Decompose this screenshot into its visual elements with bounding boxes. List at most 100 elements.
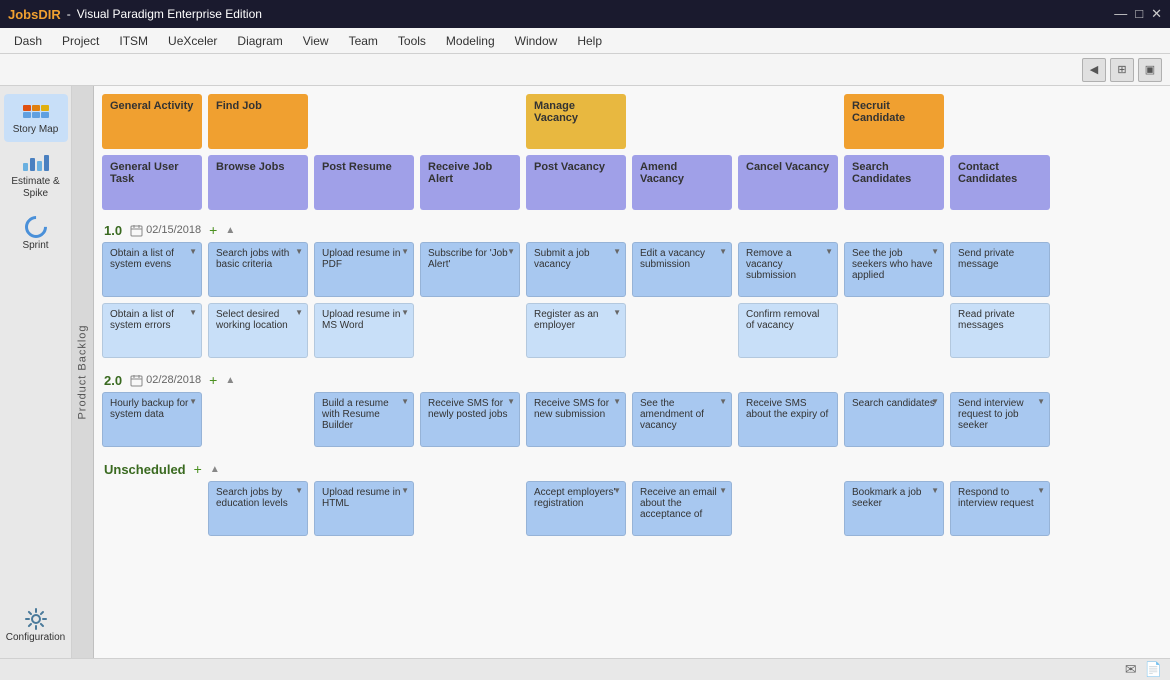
sidebar-item-estimate[interactable]: Estimate & Spike: [4, 146, 68, 206]
dropdown-arrow[interactable]: ▼: [719, 486, 727, 495]
task-send-interview[interactable]: ▼ Send interview request to job seeker: [950, 392, 1050, 447]
toolbar-btn-3[interactable]: ▣: [1138, 58, 1162, 82]
task-register-employer[interactable]: ▼ Register as an employer: [526, 303, 626, 358]
menu-view[interactable]: View: [293, 32, 339, 50]
dropdown-arrow[interactable]: ▼: [613, 247, 621, 256]
unscheduled-add[interactable]: +: [194, 461, 202, 477]
story-receive-job-alert[interactable]: Receive Job Alert: [420, 155, 520, 210]
task-build-resume[interactable]: ▼ Build a resume with Resume Builder: [314, 392, 414, 447]
story-search-candidates[interactable]: Search Candidates: [844, 155, 944, 210]
menu-itsm[interactable]: ITSM: [109, 32, 158, 50]
dropdown-arrow[interactable]: ▼: [401, 486, 409, 495]
epic-manage-vacancy[interactable]: Manage Vacancy: [526, 94, 626, 149]
story-cancel-vacancy[interactable]: Cancel Vacancy: [738, 155, 838, 210]
sprint-2-rows: ▼ Hourly backup for system data ▼ Build …: [102, 392, 1162, 447]
sprint-2-add[interactable]: +: [209, 372, 217, 388]
sprint-1-toggle[interactable]: ▲: [225, 225, 235, 236]
story-post-vacancy[interactable]: Post Vacancy: [526, 155, 626, 210]
doc-icon[interactable]: 📄: [1145, 661, 1162, 678]
epic-recruit-candidate[interactable]: Recruit Candidate: [844, 94, 944, 149]
board[interactable]: General Activity Find Job Manage Vacancy…: [94, 86, 1170, 658]
task-search-basic-criteria[interactable]: ▼ Search jobs with basic criteria: [208, 242, 308, 297]
window-controls[interactable]: — □ ✕: [1114, 6, 1162, 22]
dropdown-arrow[interactable]: ▼: [295, 486, 303, 495]
dropdown-arrow[interactable]: ▼: [295, 308, 303, 317]
menu-diagram[interactable]: Diagram: [227, 32, 292, 50]
dropdown-arrow[interactable]: ▼: [719, 247, 727, 256]
menu-dash[interactable]: Dash: [4, 32, 52, 50]
task-select-working-location[interactable]: ▼ Select desired working location: [208, 303, 308, 358]
story-contact-candidates[interactable]: Contact Candidates: [950, 155, 1050, 210]
dropdown-arrow[interactable]: ▼: [189, 247, 197, 256]
task-upload-html[interactable]: ▼ Upload resume in HTML: [314, 481, 414, 536]
dropdown-arrow[interactable]: ▼: [613, 486, 621, 495]
minimize-button[interactable]: —: [1114, 6, 1127, 22]
sidebar-item-config[interactable]: Configuration: [4, 602, 68, 650]
dropdown-arrow[interactable]: ▼: [507, 247, 515, 256]
dropdown-arrow[interactable]: ▼: [189, 397, 197, 406]
story-post-resume[interactable]: Post Resume: [314, 155, 414, 210]
dropdown-arrow[interactable]: ▼: [931, 486, 939, 495]
task-bookmark-seeker[interactable]: ▼ Bookmark a job seeker: [844, 481, 944, 536]
dropdown-arrow[interactable]: ▼: [613, 308, 621, 317]
task-subscribe-job-alert[interactable]: ▼ Subscribe for 'Job Alert': [420, 242, 520, 297]
task-receive-sms-posted[interactable]: ▼ Receive SMS for newly posted jobs: [420, 392, 520, 447]
toolbar-btn-1[interactable]: ◀: [1082, 58, 1106, 82]
menu-help[interactable]: Help: [567, 32, 612, 50]
sidebar-item-storymap[interactable]: Story Map: [4, 94, 68, 142]
task-see-job-seekers[interactable]: ▼ See the job seekers who have applied: [844, 242, 944, 297]
task-confirm-removal[interactable]: Confirm removal of vacancy: [738, 303, 838, 358]
task-accept-employers[interactable]: ▼ Accept employers' registration: [526, 481, 626, 536]
dropdown-arrow[interactable]: ▼: [401, 308, 409, 317]
unscheduled-label: Unscheduled: [104, 462, 186, 477]
task-send-private[interactable]: Send private message: [950, 242, 1050, 297]
epic-find-job[interactable]: Find Job: [208, 94, 308, 149]
dropdown-arrow[interactable]: ▼: [1037, 397, 1045, 406]
dropdown-arrow[interactable]: ▼: [507, 397, 515, 406]
sprint-2-toggle[interactable]: ▲: [225, 375, 235, 386]
menu-team[interactable]: Team: [339, 32, 388, 50]
task-obtain-system-evens[interactable]: ▼ Obtain a list of system evens: [102, 242, 202, 297]
dropdown-arrow[interactable]: ▼: [719, 397, 727, 406]
task-edit-vacancy[interactable]: ▼ Edit a vacancy submission: [632, 242, 732, 297]
dropdown-arrow[interactable]: ▼: [1037, 486, 1045, 495]
dropdown-arrow[interactable]: ▼: [189, 308, 197, 317]
story-browse-jobs[interactable]: Browse Jobs: [208, 155, 308, 210]
mail-icon[interactable]: ✉: [1125, 661, 1137, 678]
menu-window[interactable]: Window: [505, 32, 568, 50]
task-upload-pdf[interactable]: ▼ Upload resume in PDF: [314, 242, 414, 297]
menu-tools[interactable]: Tools: [388, 32, 436, 50]
task-receive-sms-new[interactable]: ▼ Receive SMS for new submission: [526, 392, 626, 447]
dropdown-arrow[interactable]: ▼: [295, 247, 303, 256]
task-receive-email[interactable]: ▼ Receive an email about the acceptance …: [632, 481, 732, 536]
story-general-user-task[interactable]: General User Task: [102, 155, 202, 210]
sprint-1-add[interactable]: +: [209, 222, 217, 238]
story-amend-vacancy[interactable]: Amend Vacancy: [632, 155, 732, 210]
maximize-button[interactable]: □: [1135, 6, 1143, 22]
epic-general-activity[interactable]: General Activity: [102, 94, 202, 149]
sidebar-item-sprint[interactable]: Sprint: [4, 210, 68, 258]
dropdown-arrow[interactable]: ▼: [825, 247, 833, 256]
task-submit-job-vacancy[interactable]: ▼ Submit a job vacancy: [526, 242, 626, 297]
dropdown-arrow[interactable]: ▼: [613, 397, 621, 406]
dropdown-arrow[interactable]: ▼: [401, 397, 409, 406]
task-hourly-backup[interactable]: ▼ Hourly backup for system data: [102, 392, 202, 447]
menu-uexceler[interactable]: UeXceler: [158, 32, 227, 50]
menu-project[interactable]: Project: [52, 32, 109, 50]
task-read-private[interactable]: Read private messages: [950, 303, 1050, 358]
task-receive-sms-expiry[interactable]: Receive SMS about the expiry of: [738, 392, 838, 447]
task-respond-interview[interactable]: ▼ Respond to interview request: [950, 481, 1050, 536]
task-see-amendment[interactable]: ▼ See the amendment of vacancy: [632, 392, 732, 447]
dropdown-arrow[interactable]: ▼: [401, 247, 409, 256]
task-search-candidates-2[interactable]: ▼ Search candidates: [844, 392, 944, 447]
task-upload-ms-word[interactable]: ▼ Upload resume in MS Word: [314, 303, 414, 358]
menu-modeling[interactable]: Modeling: [436, 32, 505, 50]
unscheduled-toggle[interactable]: ▲: [210, 464, 220, 475]
close-button[interactable]: ✕: [1151, 6, 1162, 22]
task-obtain-system-errors[interactable]: ▼ Obtain a list of system errors: [102, 303, 202, 358]
toolbar-btn-2[interactable]: ⊞: [1110, 58, 1134, 82]
task-search-education[interactable]: ▼ Search jobs by education levels: [208, 481, 308, 536]
dropdown-arrow[interactable]: ▼: [931, 247, 939, 256]
dropdown-arrow[interactable]: ▼: [931, 397, 939, 406]
task-remove-vacancy[interactable]: ▼ Remove a vacancy submission: [738, 242, 838, 297]
